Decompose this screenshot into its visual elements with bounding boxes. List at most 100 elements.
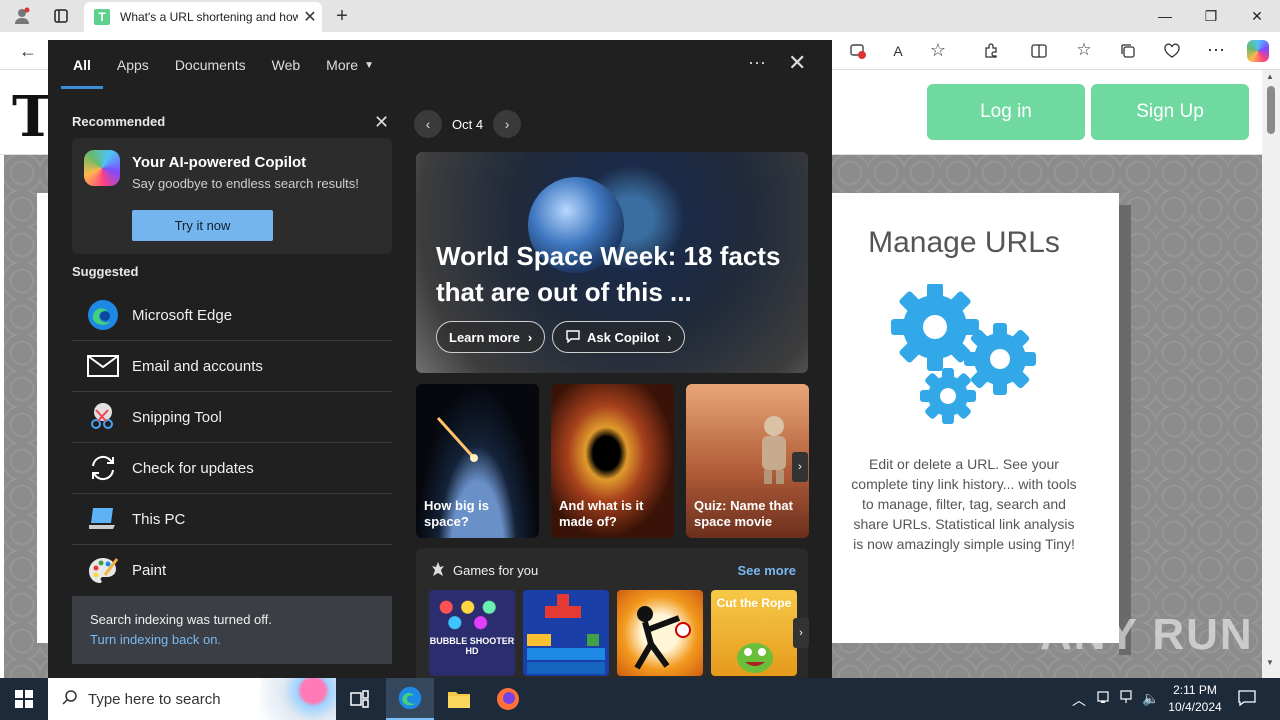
game-block-puzzle[interactable] [523, 590, 609, 676]
games-next-icon[interactable]: › [793, 618, 809, 648]
favorite-icon[interactable]: ☆ [928, 40, 948, 60]
reco-subtitle: Say goodbye to endless search results! [132, 176, 359, 191]
news-card-caption: And what is it made of? [559, 498, 644, 529]
suggestion-snipping-tool[interactable]: Snipping Tool [72, 392, 392, 443]
edge-icon [398, 686, 422, 710]
news-card[interactable]: Quiz: Name that space movie [686, 384, 809, 538]
network-status-icon[interactable] [1096, 690, 1110, 707]
extensions-icon[interactable] [981, 41, 1001, 61]
taskbar-search-box[interactable]: Type here to search [48, 678, 336, 720]
scroll-up-icon[interactable]: ▲ [1266, 72, 1274, 81]
panel-close-icon[interactable]: ✕ [788, 50, 806, 76]
signup-button[interactable]: Sign Up [1091, 84, 1249, 140]
notifications-icon[interactable] [1238, 690, 1256, 709]
see-more-link[interactable]: See more [737, 563, 796, 578]
prev-day-icon[interactable]: ‹ [414, 110, 442, 138]
performance-icon[interactable] [1162, 41, 1182, 61]
hero-card[interactable]: World Space Week: 18 facts that are out … [416, 152, 808, 373]
watermark: ANY RUN [1040, 610, 1254, 659]
tab-title: What's a URL shortening and how [120, 10, 298, 24]
this-pc-icon [86, 502, 120, 536]
suggestion-check-updates[interactable]: Check for updates [72, 443, 392, 494]
suggestion-email-accounts[interactable]: Email and accounts [72, 341, 392, 392]
game-stickman-fighter[interactable] [617, 590, 703, 676]
suggestion-label: Microsoft Edge [132, 306, 233, 324]
suggestion-this-pc[interactable]: This PC [72, 494, 392, 545]
news-card[interactable]: How big is space? [416, 384, 539, 538]
collections-icon[interactable] [1118, 41, 1138, 61]
tracking-icon[interactable] [848, 41, 868, 61]
more-icon[interactable]: ⋯ [1206, 40, 1226, 60]
maximize-icon[interactable]: ❐ [1188, 0, 1234, 32]
page-scrollbar[interactable]: ▲ ▼ [1262, 70, 1280, 678]
chevron-down-icon: ▼ [364, 59, 374, 71]
browser-tab[interactable]: T What's a URL shortening and how ✕ [84, 2, 322, 32]
tab-web[interactable]: Web [272, 57, 301, 73]
gears-icon [890, 283, 1040, 434]
carousel-next-icon[interactable]: › [792, 452, 808, 482]
panel-options-icon[interactable]: ··· [748, 52, 766, 73]
edge-icon [86, 298, 120, 332]
suggestion-paint[interactable]: Paint [72, 545, 392, 596]
indexing-message: Search indexing was turned off. [90, 612, 272, 627]
suggestion-label: Snipping Tool [132, 408, 222, 426]
scroll-down-icon[interactable]: ▼ [1266, 658, 1274, 667]
game-cut-the-rope[interactable]: Cut the Rope [711, 590, 797, 676]
learn-more-label: Learn more [449, 329, 520, 345]
close-window-icon[interactable]: ✕ [1234, 0, 1280, 32]
minimize-icon[interactable]: — [1142, 0, 1188, 32]
volume-icon[interactable]: 🔈 [1142, 690, 1159, 707]
taskbar-edge[interactable] [386, 678, 434, 720]
hero-title[interactable]: World Space Week: 18 facts that are out … [436, 238, 796, 310]
date-navigator: ‹ Oct 4 › [414, 110, 522, 138]
task-view-icon[interactable] [336, 678, 384, 720]
start-button[interactable] [0, 678, 48, 720]
tab-apps[interactable]: Apps [117, 57, 149, 73]
tab-all[interactable]: All [61, 57, 103, 89]
game-bubble-shooter[interactable]: BUBBLE SHOOTER HD [429, 590, 515, 676]
login-button[interactable]: Log in [927, 84, 1085, 140]
recommended-label: Recommended [72, 114, 166, 129]
tab-documents[interactable]: Documents [175, 57, 246, 73]
try-it-now-button[interactable]: Try it now [132, 210, 273, 241]
favorites-icon[interactable]: ☆ [1074, 40, 1094, 60]
turn-indexing-on-link[interactable]: Turn indexing back on. [90, 630, 374, 650]
close-tab-icon[interactable]: ✕ [298, 7, 322, 27]
windows-taskbar: Type here to search ︿ 🔈 2:11 PM 10/4/202… [0, 678, 1280, 720]
suggestion-label: Paint [132, 562, 167, 579]
tab-more[interactable]: More ▼ [326, 57, 374, 73]
network-icon[interactable] [1120, 690, 1136, 707]
learn-more-button[interactable]: Learn more › [436, 321, 546, 353]
clock-date: 10/4/2024 [1168, 700, 1222, 714]
profile-icon[interactable] [10, 6, 34, 26]
suggestion-label: Check for updates [132, 459, 254, 477]
card-shadow [1119, 205, 1131, 655]
games-title: Games for you [453, 563, 539, 578]
read-aloud-icon[interactable]: A [888, 41, 908, 61]
suggested-list: Microsoft Edge Email and accounts Snippi… [72, 290, 392, 596]
chat-bubble-icon [565, 329, 581, 346]
ask-copilot-button[interactable]: Ask Copilot › [552, 321, 685, 353]
taskbar-firefox[interactable] [484, 678, 532, 720]
next-day-icon[interactable]: › [493, 110, 522, 138]
manage-description: Edit or delete a URL. See your complete … [851, 456, 1077, 552]
manage-title: Manage URLs [868, 226, 1060, 259]
tab-actions-icon[interactable] [50, 6, 72, 26]
taskbar-file-explorer[interactable] [435, 678, 483, 720]
stickman-icon [634, 606, 691, 670]
tab-more-label: More [326, 57, 359, 73]
new-tab-icon[interactable]: + [330, 4, 354, 28]
copilot-icon[interactable] [1246, 39, 1270, 63]
suggestion-microsoft-edge[interactable]: Microsoft Edge [72, 290, 392, 341]
news-card[interactable]: And what is it made of? [551, 384, 674, 538]
reco-title: Your AI-powered Copilot [132, 154, 307, 171]
tab-favicon: T [94, 9, 110, 25]
games-icon [430, 561, 446, 582]
split-screen-icon[interactable] [1029, 41, 1049, 61]
scrollbar-thumb[interactable] [1267, 86, 1275, 134]
dismiss-recommended-icon[interactable]: ✕ [374, 112, 389, 133]
show-hidden-icons[interactable]: ︿ [1072, 690, 1086, 710]
taskbar-clock[interactable]: 2:11 PM 10/4/2024 [1162, 682, 1228, 716]
rocket-icon [436, 416, 478, 462]
back-icon[interactable]: ← [16, 40, 40, 62]
